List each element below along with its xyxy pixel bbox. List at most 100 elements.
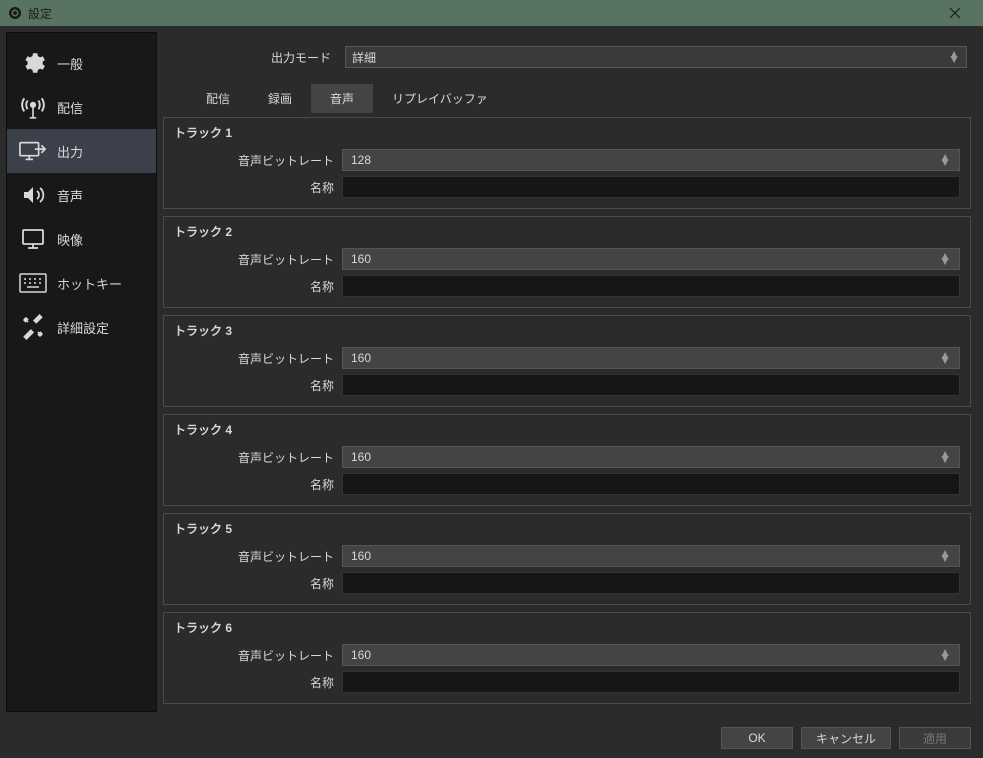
footer: OK キャンセル 適用 xyxy=(0,718,983,758)
broadcast-icon xyxy=(19,95,47,119)
track-name-input[interactable] xyxy=(342,572,960,594)
select-arrows-icon: ▲▼ xyxy=(939,353,951,363)
track-bitrate-select[interactable]: 128 ▲▼ xyxy=(342,149,960,171)
sidebar-item-general[interactable]: 一般 xyxy=(7,41,156,85)
track-bitrate-row: 音声ビットレート 128 ▲▼ xyxy=(174,149,960,171)
sidebar-item-stream[interactable]: 配信 xyxy=(7,85,156,129)
track-bitrate-label: 音声ビットレート xyxy=(174,449,334,466)
track-bitrate-label: 音声ビットレート xyxy=(174,152,334,169)
window-title: 設定 xyxy=(28,5,52,22)
track-name-row: 名称 xyxy=(174,374,960,396)
track-title: トラック 3 xyxy=(174,322,960,339)
tools-icon xyxy=(19,315,47,339)
track-name-input[interactable] xyxy=(342,671,960,693)
monitor-icon xyxy=(19,227,47,251)
gear-icon xyxy=(19,51,47,75)
sidebar-item-video[interactable]: 映像 xyxy=(7,217,156,261)
track-bitrate-select[interactable]: 160 ▲▼ xyxy=(342,545,960,567)
tab-stream[interactable]: 配信 xyxy=(187,84,249,113)
app-icon xyxy=(8,6,22,20)
track-title: トラック 2 xyxy=(174,223,960,240)
track-name-row: 名称 xyxy=(174,275,960,297)
track-name-input[interactable] xyxy=(342,374,960,396)
track-name-input[interactable] xyxy=(342,176,960,198)
track-name-input[interactable] xyxy=(342,275,960,297)
sidebar-item-label: ホットキー xyxy=(57,274,122,293)
track-title: トラック 6 xyxy=(174,619,960,636)
track-bitrate-select[interactable]: 160 ▲▼ xyxy=(342,446,960,468)
tab-record[interactable]: 録画 xyxy=(249,84,311,113)
output-mode-select[interactable]: 詳細 ▲▼ xyxy=(345,46,967,68)
select-arrows-icon: ▲▼ xyxy=(939,254,951,264)
track-group: トラック 1 音声ビットレート 128 ▲▼ 名称 xyxy=(163,117,971,209)
tabs: 配信 録画 音声 リプレイバッファ xyxy=(163,84,971,113)
titlebar: 設定 xyxy=(0,0,983,26)
track-name-input[interactable] xyxy=(342,473,960,495)
speaker-icon xyxy=(19,183,47,207)
tab-replay-buffer[interactable]: リプレイバッファ xyxy=(373,84,507,113)
track-group: トラック 5 音声ビットレート 160 ▲▼ 名称 xyxy=(163,513,971,605)
select-arrows-icon: ▲▼ xyxy=(939,650,951,660)
track-group: トラック 4 音声ビットレート 160 ▲▼ 名称 xyxy=(163,414,971,506)
tab-audio[interactable]: 音声 xyxy=(311,84,373,113)
output-mode-value: 詳細 xyxy=(352,49,376,66)
track-bitrate-select[interactable]: 160 ▲▼ xyxy=(342,347,960,369)
track-group: トラック 3 音声ビットレート 160 ▲▼ 名称 xyxy=(163,315,971,407)
track-name-row: 名称 xyxy=(174,473,960,495)
window-body: 一般 配信 出力 音声 映像 xyxy=(0,26,983,718)
sidebar-item-advanced[interactable]: 詳細設定 xyxy=(7,305,156,349)
sidebar-item-audio[interactable]: 音声 xyxy=(7,173,156,217)
close-button[interactable] xyxy=(935,0,975,26)
output-icon xyxy=(19,139,47,163)
track-name-label: 名称 xyxy=(174,575,334,592)
track-name-label: 名称 xyxy=(174,377,334,394)
track-bitrate-row: 音声ビットレート 160 ▲▼ xyxy=(174,347,960,369)
titlebar-left: 設定 xyxy=(8,5,52,22)
track-title: トラック 4 xyxy=(174,421,960,438)
select-arrows-icon: ▲▼ xyxy=(939,452,951,462)
track-name-row: 名称 xyxy=(174,176,960,198)
track-name-label: 名称 xyxy=(174,476,334,493)
track-bitrate-row: 音声ビットレート 160 ▲▼ xyxy=(174,644,960,666)
track-bitrate-label: 音声ビットレート xyxy=(174,350,334,367)
track-bitrate-row: 音声ビットレート 160 ▲▼ xyxy=(174,545,960,567)
track-bitrate-value: 160 xyxy=(351,648,371,662)
track-title: トラック 1 xyxy=(174,124,960,141)
cancel-button[interactable]: キャンセル xyxy=(801,727,891,749)
sidebar-item-hotkeys[interactable]: ホットキー xyxy=(7,261,156,305)
sidebar-item-label: 詳細設定 xyxy=(57,318,109,337)
track-bitrate-value: 128 xyxy=(351,153,371,167)
track-bitrate-value: 160 xyxy=(351,351,371,365)
sidebar-item-label: 一般 xyxy=(57,54,83,73)
track-bitrate-value: 160 xyxy=(351,252,371,266)
sidebar-item-label: 映像 xyxy=(57,230,83,249)
track-bitrate-select[interactable]: 160 ▲▼ xyxy=(342,248,960,270)
track-bitrate-label: 音声ビットレート xyxy=(174,251,334,268)
keyboard-icon xyxy=(19,271,47,295)
track-bitrate-value: 160 xyxy=(351,549,371,563)
track-bitrate-row: 音声ビットレート 160 ▲▼ xyxy=(174,248,960,270)
sidebar-item-output[interactable]: 出力 xyxy=(7,129,156,173)
main-panel: 出力モード 詳細 ▲▼ 配信 録画 音声 リプレイバッファ トラック 1 音声ビ… xyxy=(157,32,977,712)
track-group: トラック 6 音声ビットレート 160 ▲▼ 名称 xyxy=(163,612,971,704)
track-bitrate-value: 160 xyxy=(351,450,371,464)
sidebar-item-label: 配信 xyxy=(57,98,83,117)
tracks-container: トラック 1 音声ビットレート 128 ▲▼ 名称 トラック 2 音声ビットレー… xyxy=(163,117,971,706)
sidebar-item-label: 音声 xyxy=(57,186,83,205)
ok-button[interactable]: OK xyxy=(721,727,793,749)
apply-button[interactable]: 適用 xyxy=(899,727,971,749)
output-mode-label: 出力モード xyxy=(167,49,337,66)
select-arrows-icon: ▲▼ xyxy=(939,155,951,165)
track-name-label: 名称 xyxy=(174,278,334,295)
track-bitrate-select[interactable]: 160 ▲▼ xyxy=(342,644,960,666)
track-bitrate-label: 音声ビットレート xyxy=(174,647,334,664)
sidebar-item-label: 出力 xyxy=(57,142,83,161)
output-mode-row: 出力モード 詳細 ▲▼ xyxy=(163,46,971,68)
track-name-row: 名称 xyxy=(174,572,960,594)
track-bitrate-row: 音声ビットレート 160 ▲▼ xyxy=(174,446,960,468)
track-name-label: 名称 xyxy=(174,674,334,691)
sidebar: 一般 配信 出力 音声 映像 xyxy=(6,32,157,712)
track-bitrate-label: 音声ビットレート xyxy=(174,548,334,565)
track-title: トラック 5 xyxy=(174,520,960,537)
track-group: トラック 2 音声ビットレート 160 ▲▼ 名称 xyxy=(163,216,971,308)
